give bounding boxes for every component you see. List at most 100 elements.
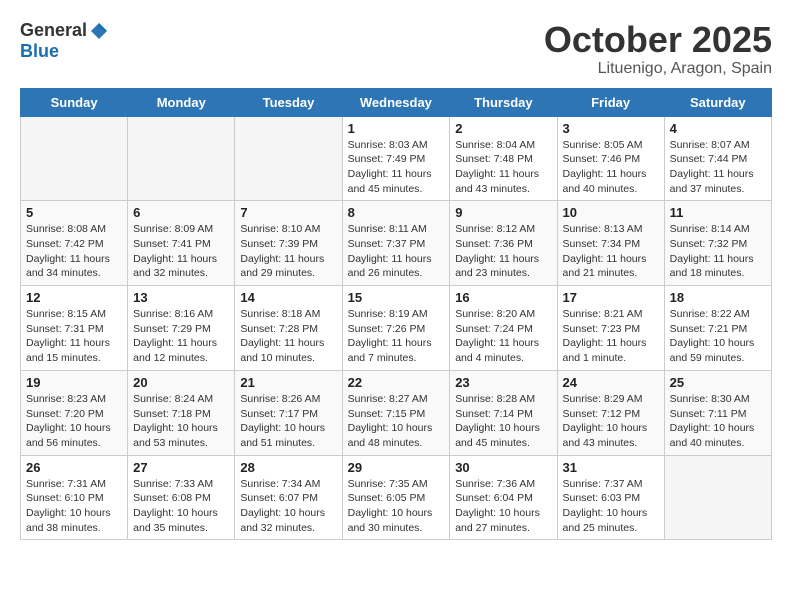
- day-info: Sunrise: 8:18 AM Sunset: 7:28 PM Dayligh…: [240, 307, 336, 366]
- day-number: 1: [348, 121, 445, 136]
- calendar-cell: 10 Sunrise: 8:13 AM Sunset: 7:34 PM Dayli…: [557, 201, 664, 286]
- calendar-cell: 13 Sunrise: 8:16 AM Sunset: 7:29 PM Dayli…: [128, 286, 235, 371]
- day-info: Sunrise: 8:13 AM Sunset: 7:34 PM Dayligh…: [563, 222, 659, 281]
- day-number: 6: [133, 205, 229, 220]
- calendar-cell: 27Sunrise: 7:33 AM Sunset: 6:08 PM Dayli…: [128, 455, 235, 540]
- weekday-header-friday: Friday: [557, 88, 664, 116]
- weekday-header-thursday: Thursday: [450, 88, 557, 116]
- day-number: 18: [670, 290, 766, 305]
- day-number: 11: [670, 205, 766, 220]
- day-info: Sunrise: 8:11 AM Sunset: 7:37 PM Dayligh…: [348, 222, 445, 281]
- day-number: 5: [26, 205, 122, 220]
- calendar-cell: 28 Sunrise: 7:34 AM Sunset: 6:07 PM Dayli…: [235, 455, 342, 540]
- calendar-cell: 31Sunrise: 7:37 AM Sunset: 6:03 PM Dayli…: [557, 455, 664, 540]
- calendar-cell: 3 Sunrise: 8:05 AM Sunset: 7:46 PM Daylig…: [557, 116, 664, 201]
- calendar-cell: [235, 116, 342, 201]
- calendar-cell: 25Sunrise: 8:30 AM Sunset: 7:11 PM Dayli…: [664, 370, 771, 455]
- day-number: 16: [455, 290, 551, 305]
- calendar-week-row: 5 Sunrise: 8:08 AM Sunset: 7:42 PM Daylig…: [21, 201, 772, 286]
- day-info: Sunrise: 7:31 AM Sunset: 6:10 PM Dayligh…: [26, 477, 122, 536]
- weekday-header-tuesday: Tuesday: [235, 88, 342, 116]
- day-info: Sunrise: 8:12 AM Sunset: 7:36 PM Dayligh…: [455, 222, 551, 281]
- title-block: October 2025 Lituenigo, Aragon, Spain: [544, 20, 772, 78]
- calendar-cell: 22Sunrise: 8:27 AM Sunset: 7:15 PM Dayli…: [342, 370, 450, 455]
- calendar-week-row: 12Sunrise: 8:15 AM Sunset: 7:31 PM Dayli…: [21, 286, 772, 371]
- day-number: 8: [348, 205, 445, 220]
- calendar-week-row: 19 Sunrise: 8:23 AM Sunset: 7:20 PM Dayli…: [21, 370, 772, 455]
- calendar-week-row: 26 Sunrise: 7:31 AM Sunset: 6:10 PM Dayli…: [21, 455, 772, 540]
- calendar-cell: 26 Sunrise: 7:31 AM Sunset: 6:10 PM Dayli…: [21, 455, 128, 540]
- day-info: Sunrise: 8:10 AM Sunset: 7:39 PM Dayligh…: [240, 222, 336, 281]
- calendar-cell: 30Sunrise: 7:36 AM Sunset: 6:04 PM Dayli…: [450, 455, 557, 540]
- logo-general-text: General: [20, 20, 87, 41]
- day-info: Sunrise: 8:04 AM Sunset: 7:48 PM Dayligh…: [455, 138, 551, 197]
- location-text: Lituenigo, Aragon, Spain: [544, 60, 772, 78]
- calendar-cell: 9 Sunrise: 8:12 AM Sunset: 7:36 PM Daylig…: [450, 201, 557, 286]
- calendar-table: SundayMondayTuesdayWednesdayThursdayFrid…: [20, 88, 772, 541]
- day-number: 25: [670, 375, 766, 390]
- day-number: 31: [563, 460, 659, 475]
- day-info: Sunrise: 8:23 AM Sunset: 7:20 PM Dayligh…: [26, 392, 122, 451]
- day-info: Sunrise: 8:16 AM Sunset: 7:29 PM Dayligh…: [133, 307, 229, 366]
- day-number: 17: [563, 290, 659, 305]
- weekday-header-sunday: Sunday: [21, 88, 128, 116]
- calendar-cell: [128, 116, 235, 201]
- day-number: 22: [348, 375, 445, 390]
- calendar-cell: 19 Sunrise: 8:23 AM Sunset: 7:20 PM Dayli…: [21, 370, 128, 455]
- day-info: Sunrise: 8:08 AM Sunset: 7:42 PM Dayligh…: [26, 222, 122, 281]
- day-info: Sunrise: 7:34 AM Sunset: 6:07 PM Dayligh…: [240, 477, 336, 536]
- calendar-cell: 14 Sunrise: 8:18 AM Sunset: 7:28 PM Dayli…: [235, 286, 342, 371]
- weekday-header-wednesday: Wednesday: [342, 88, 450, 116]
- day-info: Sunrise: 8:21 AM Sunset: 7:23 PM Dayligh…: [563, 307, 659, 366]
- day-number: 23: [455, 375, 551, 390]
- calendar-cell: 6 Sunrise: 8:09 AM Sunset: 7:41 PM Daylig…: [128, 201, 235, 286]
- calendar-week-row: 1 Sunrise: 8:03 AM Sunset: 7:49 PM Daylig…: [21, 116, 772, 201]
- day-number: 9: [455, 205, 551, 220]
- day-number: 30: [455, 460, 551, 475]
- logo: General Blue: [20, 20, 109, 62]
- day-info: Sunrise: 7:35 AM Sunset: 6:05 PM Dayligh…: [348, 477, 445, 536]
- calendar-cell: 20 Sunrise: 8:24 AM Sunset: 7:18 PM Dayli…: [128, 370, 235, 455]
- day-info: Sunrise: 8:19 AM Sunset: 7:26 PM Dayligh…: [348, 307, 445, 366]
- day-number: 2: [455, 121, 551, 136]
- day-info: Sunrise: 8:03 AM Sunset: 7:49 PM Dayligh…: [348, 138, 445, 197]
- day-info: Sunrise: 8:29 AM Sunset: 7:12 PM Dayligh…: [563, 392, 659, 451]
- day-number: 19: [26, 375, 122, 390]
- logo-blue-text: Blue: [20, 41, 59, 62]
- weekday-header-saturday: Saturday: [664, 88, 771, 116]
- calendar-cell: 18 Sunrise: 8:22 AM Sunset: 7:21 PM Dayli…: [664, 286, 771, 371]
- day-number: 10: [563, 205, 659, 220]
- calendar-cell: 11 Sunrise: 8:14 AM Sunset: 7:32 PM Dayli…: [664, 201, 771, 286]
- day-info: Sunrise: 8:07 AM Sunset: 7:44 PM Dayligh…: [670, 138, 766, 197]
- day-info: Sunrise: 8:22 AM Sunset: 7:21 PM Dayligh…: [670, 307, 766, 366]
- day-number: 4: [670, 121, 766, 136]
- day-number: 13: [133, 290, 229, 305]
- day-number: 20: [133, 375, 229, 390]
- calendar-cell: [21, 116, 128, 201]
- calendar-cell: 5 Sunrise: 8:08 AM Sunset: 7:42 PM Daylig…: [21, 201, 128, 286]
- calendar-cell: 1 Sunrise: 8:03 AM Sunset: 7:49 PM Daylig…: [342, 116, 450, 201]
- day-info: Sunrise: 8:28 AM Sunset: 7:14 PM Dayligh…: [455, 392, 551, 451]
- day-number: 15: [348, 290, 445, 305]
- day-info: Sunrise: 8:09 AM Sunset: 7:41 PM Dayligh…: [133, 222, 229, 281]
- day-number: 26: [26, 460, 122, 475]
- day-number: 28: [240, 460, 336, 475]
- calendar-cell: 8 Sunrise: 8:11 AM Sunset: 7:37 PM Daylig…: [342, 201, 450, 286]
- month-title: October 2025: [544, 20, 772, 60]
- day-info: Sunrise: 8:24 AM Sunset: 7:18 PM Dayligh…: [133, 392, 229, 451]
- logo-icon: [89, 21, 109, 41]
- page-header: General Blue October 2025 Lituenigo, Ara…: [20, 20, 772, 78]
- day-info: Sunrise: 8:05 AM Sunset: 7:46 PM Dayligh…: [563, 138, 659, 197]
- calendar-cell: 4 Sunrise: 8:07 AM Sunset: 7:44 PM Daylig…: [664, 116, 771, 201]
- day-number: 3: [563, 121, 659, 136]
- day-number: 12: [26, 290, 122, 305]
- day-number: 14: [240, 290, 336, 305]
- calendar-cell: 24 Sunrise: 8:29 AM Sunset: 7:12 PM Dayli…: [557, 370, 664, 455]
- day-number: 24: [563, 375, 659, 390]
- day-info: Sunrise: 8:26 AM Sunset: 7:17 PM Dayligh…: [240, 392, 336, 451]
- day-info: Sunrise: 7:33 AM Sunset: 6:08 PM Dayligh…: [133, 477, 229, 536]
- calendar-cell: 7Sunrise: 8:10 AM Sunset: 7:39 PM Daylig…: [235, 201, 342, 286]
- calendar-cell: 15 Sunrise: 8:19 AM Sunset: 7:26 PM Dayli…: [342, 286, 450, 371]
- day-info: Sunrise: 8:14 AM Sunset: 7:32 PM Dayligh…: [670, 222, 766, 281]
- calendar-cell: 23 Sunrise: 8:28 AM Sunset: 7:14 PM Dayli…: [450, 370, 557, 455]
